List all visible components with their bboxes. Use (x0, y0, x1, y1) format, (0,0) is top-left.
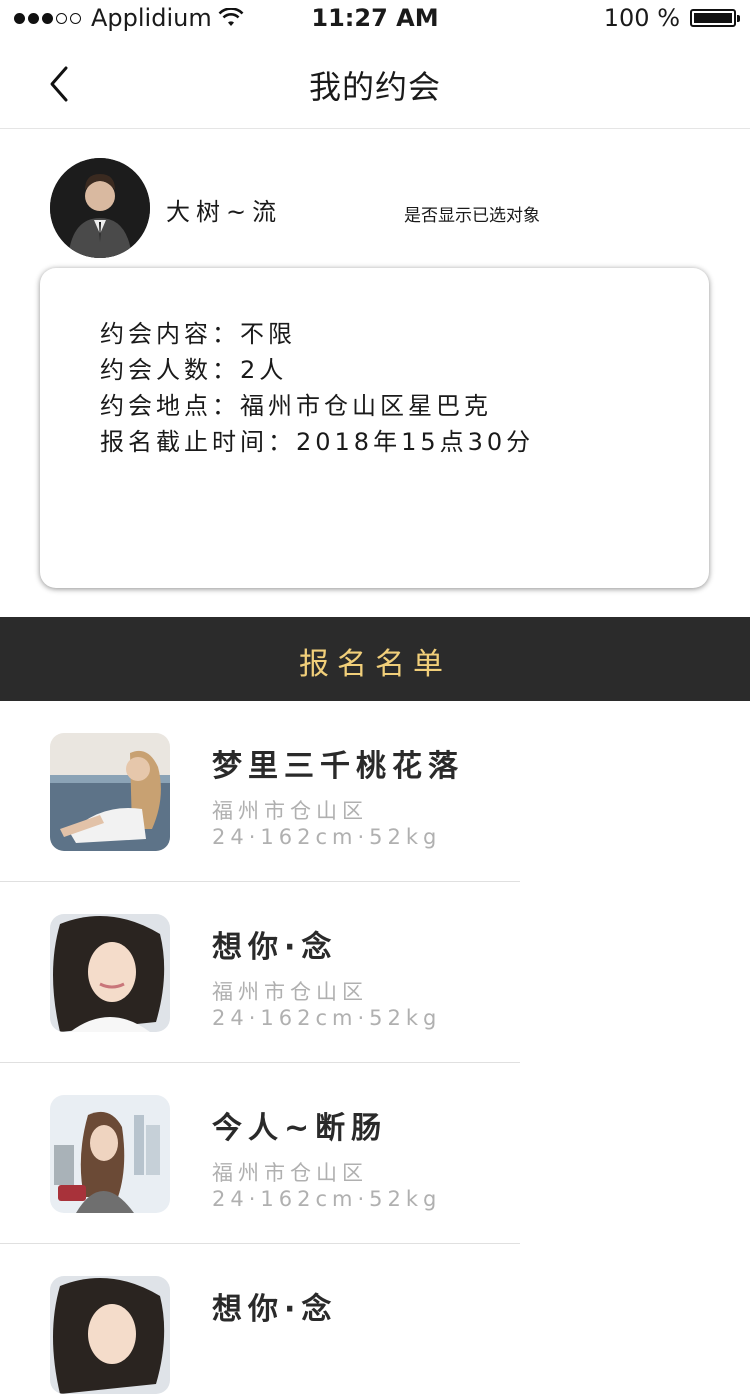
content-label: 约会内容： (100, 320, 240, 348)
count-value: 2人 (240, 356, 288, 384)
list-item[interactable]: 梦里三千桃花落 福州市仓山区 24·162cm·52kg (0, 701, 750, 882)
deadline-label: 报名截止时间： (100, 428, 296, 456)
place-label: 约会地点： (100, 392, 240, 420)
applicant-list-header: 报名名单 (0, 617, 750, 701)
applicant-photo (50, 914, 170, 1032)
applicant-city: 福州市仓山区 (212, 799, 368, 823)
applicant-name: 想你·念 (212, 930, 338, 965)
applicant-photo (50, 733, 170, 851)
applicant-stats: 24·162cm·52kg (212, 825, 442, 849)
applicant-stats: 24·162cm·52kg (212, 1006, 442, 1030)
place-value: 福州市仓山区星巴克 (240, 392, 492, 420)
count-label: 约会人数： (100, 356, 240, 384)
host-name: 大树~流 (166, 198, 283, 226)
applicant-city: 福州市仓山区 (212, 1161, 368, 1185)
list-item[interactable]: 今人~断肠 福州市仓山区 24·162cm·52kg (0, 1063, 750, 1244)
list-item[interactable]: 想你·念 (0, 1244, 750, 1394)
status-bar: Applidium 11:27 AM 100 % (0, 0, 750, 40)
deadline-row: 报名截止时间：2018年15点30分 (100, 422, 534, 457)
applicant-stats: 24·162cm·52kg (212, 1187, 442, 1211)
list-item[interactable]: 想你·念 福州市仓山区 24·162cm·52kg (0, 882, 750, 1063)
applicant-photo (50, 1095, 170, 1213)
host-avatar[interactable] (50, 158, 150, 258)
applicant-name: 梦里三千桃花落 (212, 749, 464, 784)
battery-percent: 100 % (603, 4, 680, 32)
applicant-photo (50, 1276, 170, 1394)
nav-bar: 我的约会 (0, 40, 750, 129)
page-title: 我的约会 (308, 68, 441, 106)
count-row: 约会人数：2人 (100, 350, 287, 385)
applicant-city: 福州市仓山区 (212, 980, 368, 1004)
content-value: 不限 (240, 320, 296, 348)
battery-icon (690, 9, 740, 27)
content-row: 约会内容：不限 (100, 314, 296, 349)
date-details-card: 约会内容：不限 约会人数：2人 约会地点：福州市仓山区星巴克 报名截止时间：20… (40, 268, 709, 588)
person-silhouette-icon (50, 158, 150, 258)
show-selected-toggle-label[interactable]: 是否显示已选对象 (404, 201, 540, 226)
applicant-name: 今人~断肠 (212, 1111, 388, 1146)
applicant-name: 想你·念 (212, 1292, 338, 1327)
place-row: 约会地点：福州市仓山区星巴克 (100, 386, 492, 421)
deadline-value: 2018年15点30分 (296, 428, 535, 456)
section-title: 报名名单 (299, 647, 451, 682)
battery-group: 100 % (603, 4, 740, 32)
